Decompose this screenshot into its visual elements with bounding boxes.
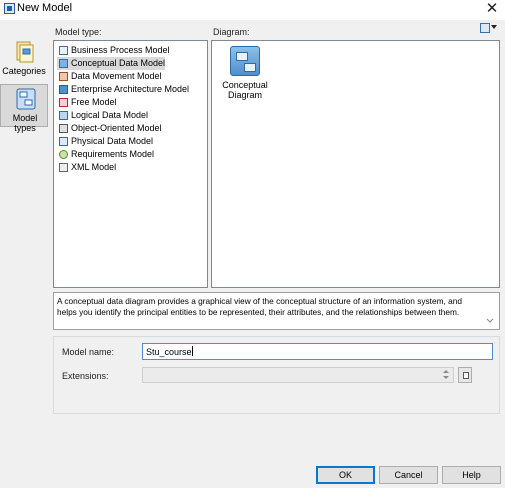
xml-model-icon: [59, 163, 68, 172]
list-item-free-model[interactable]: Free Model: [57, 96, 117, 109]
diagram-list[interactable]: [211, 40, 500, 288]
list-item-data-movement-model[interactable]: Data Movement Model: [57, 70, 162, 83]
description-box: A conceptual data diagram provides a gra…: [53, 292, 500, 330]
chevron-down-icon: [491, 25, 497, 29]
list-item-logical-data-model[interactable]: Logical Data Model: [57, 109, 148, 122]
model-types-button[interactable]: Model types: [0, 84, 48, 133]
description-text: A conceptual data diagram provides a gra…: [57, 296, 462, 317]
enterprise-architecture-model-icon: [59, 85, 68, 94]
view-options-button[interactable]: [478, 21, 499, 36]
extensions-field[interactable]: [142, 367, 454, 383]
categories-button[interactable]: Categories: [0, 38, 48, 80]
object-oriented-model-icon: [59, 124, 68, 133]
list-item-enterprise-architecture-model[interactable]: Enterprise Architecture Model: [57, 83, 189, 96]
title-bar: [0, 0, 505, 20]
categories-label: Categories: [2, 66, 46, 76]
extensions-select-button[interactable]: [458, 367, 472, 383]
window-title: New Model: [17, 2, 73, 14]
ok-button[interactable]: OK: [316, 466, 375, 484]
requirements-model-icon: [59, 150, 68, 159]
model-type-label: Model type:: [55, 27, 102, 37]
free-model-icon: [59, 98, 68, 107]
list-item-requirements-model[interactable]: Requirements Model: [57, 148, 154, 161]
model-name-label: Model name:: [62, 347, 115, 357]
categories-icon: [16, 41, 34, 63]
model-types-label: Model types: [12, 113, 38, 133]
model-type-list[interactable]: Business Process Model Conceptual Data M…: [53, 40, 208, 288]
extensions-label: Extensions:: [62, 371, 109, 381]
list-item-xml-model[interactable]: XML Model: [57, 161, 116, 174]
business-process-model-icon: [59, 46, 68, 55]
logical-data-model-icon: [59, 111, 68, 120]
physical-data-model-icon: [59, 137, 68, 146]
help-button[interactable]: Help: [442, 466, 501, 484]
data-movement-model-icon: [59, 72, 68, 81]
list-view-icon: [480, 23, 490, 33]
list-item-business-process-model[interactable]: Business Process Model: [57, 44, 170, 57]
conceptual-data-model-icon: [59, 59, 68, 68]
diagram-label: Diagram:: [213, 27, 250, 37]
conceptual-diagram-icon[interactable]: [230, 46, 260, 76]
chevron-down-icon[interactable]: [486, 317, 494, 325]
cancel-button[interactable]: Cancel: [379, 466, 438, 484]
app-icon: [4, 3, 15, 14]
model-types-icon: [16, 88, 36, 110]
conceptual-diagram-item[interactable]: Conceptual Diagram: [215, 80, 275, 100]
model-name-input[interactable]: Stu_course: [142, 343, 493, 360]
spinner-icon[interactable]: [442, 369, 450, 381]
list-item-physical-data-model[interactable]: Physical Data Model: [57, 135, 153, 148]
list-item-conceptual-data-model[interactable]: Conceptual Data Model: [57, 57, 166, 70]
close-icon[interactable]: ✕: [485, 1, 499, 17]
list-item-object-oriented-model[interactable]: Object-Oriented Model: [57, 122, 162, 135]
